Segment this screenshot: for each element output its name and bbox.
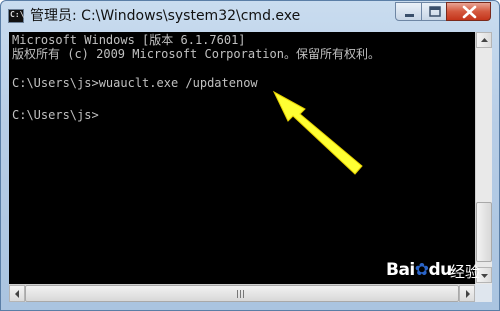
console-output[interactable]: Microsoft Windows [版本 6.1.7601] 版权所有 (c)…	[9, 32, 475, 284]
cmd-window: C:\ 管理员: C:\Windows\system32\cmd.exe Mic…	[0, 0, 500, 311]
window-title: 管理员: C:\Windows\system32\cmd.exe	[30, 8, 301, 24]
scroll-down-button[interactable]	[476, 267, 492, 283]
chevron-right-icon	[466, 290, 470, 298]
close-button[interactable]	[446, 2, 491, 21]
console-line: 版权所有 (c) 2009 Microsoft Corporation。保留所有…	[12, 47, 380, 61]
vertical-scrollbar[interactable]	[475, 32, 492, 284]
scroll-right-button[interactable]	[459, 285, 475, 302]
chevron-left-icon	[15, 290, 19, 298]
scroll-up-button[interactable]	[476, 32, 492, 48]
console-line: Microsoft Windows [版本 6.1.7601]	[12, 33, 246, 47]
scroll-left-button[interactable]	[9, 285, 25, 302]
maximize-icon	[429, 6, 441, 17]
horizontal-scroll-thumb[interactable]	[25, 285, 459, 302]
minimize-icon	[405, 14, 414, 17]
resize-grip[interactable]	[475, 284, 492, 302]
maximize-button[interactable]	[421, 2, 447, 21]
grip-icon	[237, 290, 245, 298]
chevron-up-icon	[481, 38, 488, 42]
close-icon	[462, 5, 477, 19]
horizontal-scrollbar[interactable]	[9, 284, 475, 302]
cmd-app-icon-label: C:\	[10, 10, 25, 19]
title-bar[interactable]: C:\ 管理员: C:\Windows\system32\cmd.exe	[1, 1, 499, 31]
console-line: C:\Users\js>	[12, 108, 99, 122]
console-line: C:\Users\js>wuauclt.exe /updatenow	[12, 76, 258, 90]
vertical-scroll-thumb[interactable]	[476, 202, 492, 262]
cmd-app-icon[interactable]: C:\	[8, 9, 24, 23]
chevron-down-icon	[481, 274, 488, 278]
minimize-button[interactable]	[395, 2, 422, 21]
